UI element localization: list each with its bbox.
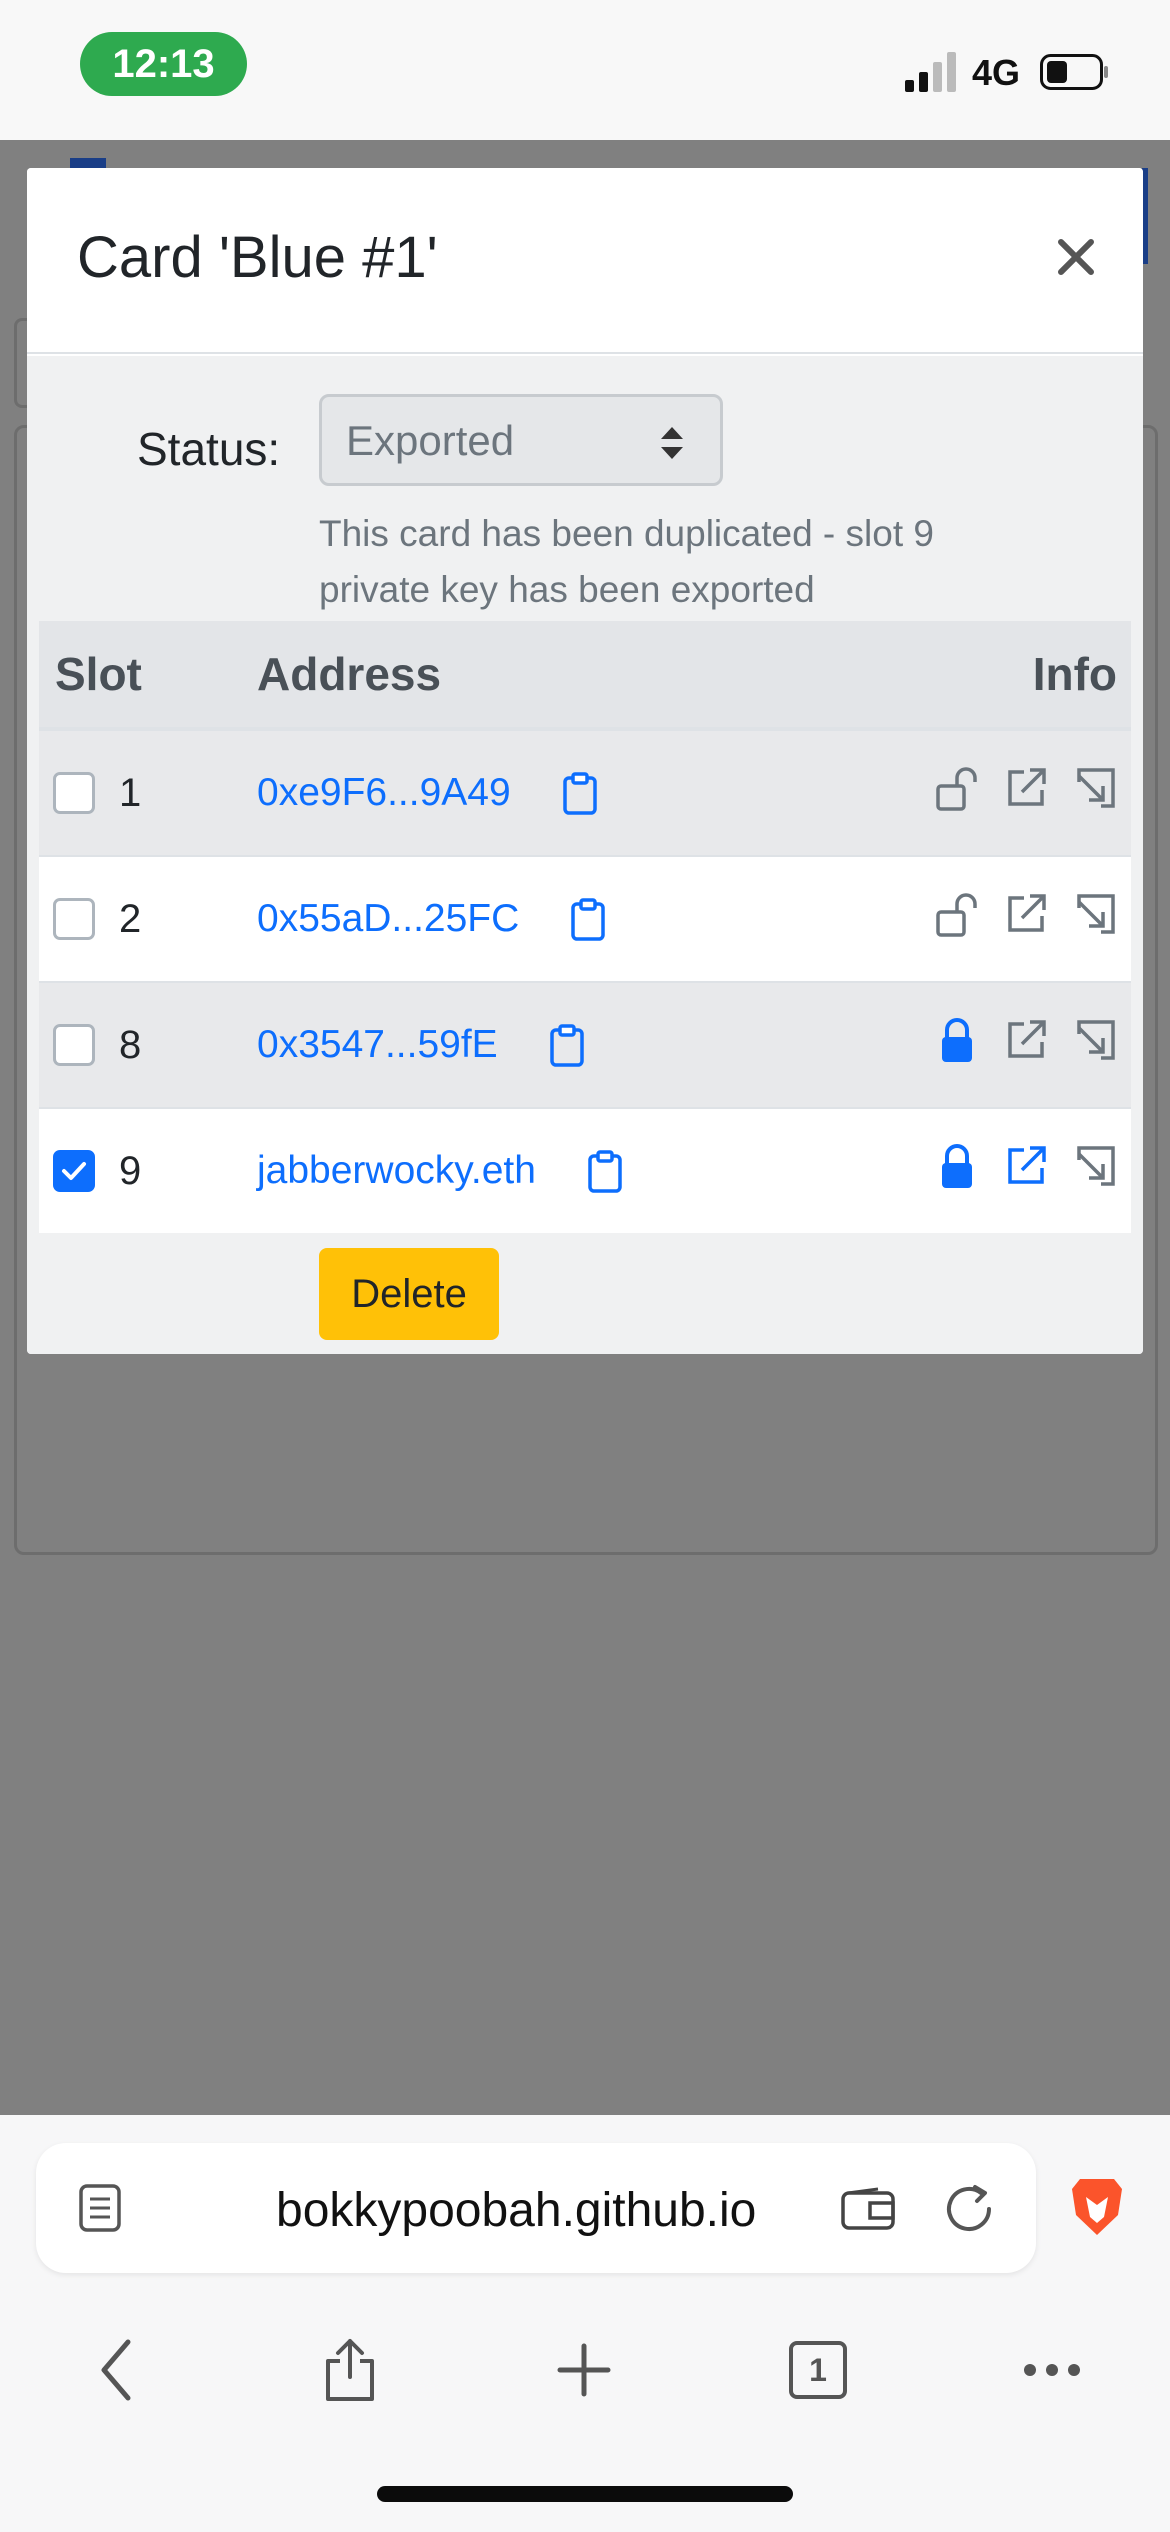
export-arrow-icon[interactable] (1073, 1144, 1117, 1198)
header-address: Address (257, 621, 813, 731)
clipboard-icon[interactable] (570, 898, 606, 942)
table-row: 8 0x3547...59fE (39, 982, 1131, 1109)
modal-header: Card 'Blue #1' (27, 168, 1143, 354)
external-link-icon[interactable] (1004, 892, 1048, 946)
checkmark-icon (62, 1162, 86, 1180)
status-time: 12:13 (80, 32, 247, 96)
lock-icon[interactable] (935, 1142, 979, 1200)
select-arrows-icon (661, 427, 683, 459)
slot-checkbox[interactable] (53, 772, 95, 814)
status-selected-value: Exported (346, 417, 515, 464)
network-type: 4G (972, 52, 1021, 93)
close-icon (1058, 239, 1094, 275)
signal-icon (905, 52, 956, 92)
close-button[interactable] (1045, 226, 1107, 288)
export-arrow-icon[interactable] (1073, 766, 1117, 820)
table-row: 2 0x55aD...25FC (39, 856, 1131, 983)
slots-table: Slot Address Info 1 0xe9F6...9A49 2 0x55… (39, 621, 1131, 1233)
tab-count: 1 (809, 2351, 827, 2388)
modal-body: Status: Exported This card has been dupl… (27, 356, 1143, 1354)
export-arrow-icon[interactable] (1073, 1018, 1117, 1072)
status-label: Status: (137, 423, 281, 475)
slot-checkbox[interactable] (53, 1024, 95, 1066)
address-link[interactable]: 0x55aD...25FC (257, 897, 519, 940)
tabs-button[interactable]: 1 (778, 2330, 858, 2410)
share-icon (326, 2339, 374, 2401)
slot-number: 8 (119, 1022, 142, 1067)
back-button[interactable] (76, 2330, 156, 2410)
slot-checkbox[interactable] (53, 898, 95, 940)
address-link[interactable]: jabberwocky.eth (257, 1149, 536, 1192)
table-row: 1 0xe9F6...9A49 (39, 729, 1131, 857)
status-select[interactable]: Exported (319, 394, 723, 486)
reader-mode-icon[interactable] (78, 2183, 122, 2233)
home-indicator (377, 2486, 793, 2502)
address-bar[interactable]: bokkypoobah.github.io (36, 2143, 1036, 2273)
status-help-text: This card has been duplicated - slot 9 p… (319, 513, 934, 610)
clipboard-icon[interactable] (549, 1024, 585, 1068)
slot-number: 1 (119, 770, 142, 815)
background-input-edge (14, 318, 28, 408)
url-text: bokkypoobah.github.io (276, 2184, 757, 2237)
header-slot: Slot (39, 621, 257, 731)
brave-lion-icon[interactable] (1068, 2175, 1126, 2239)
browser-toolbar: bokkypoobah.github.io 1 (0, 2115, 1170, 2532)
tab-count-icon: 1 (789, 2341, 847, 2399)
slot-number: 9 (119, 1148, 142, 1193)
reload-icon[interactable] (941, 2181, 997, 2237)
table-row: 9 jabberwocky.eth (39, 1108, 1131, 1233)
external-link-icon[interactable] (1004, 1018, 1048, 1072)
export-arrow-icon[interactable] (1073, 892, 1117, 946)
table-header-row: Slot Address Info (39, 621, 1131, 731)
clipboard-icon[interactable] (587, 1150, 623, 1194)
slot-number: 2 (119, 896, 142, 941)
background-logo-fragment (70, 158, 106, 168)
more-dots-icon (1024, 2364, 1080, 2376)
plus-icon (557, 2343, 611, 2397)
chevron-left-icon (101, 2339, 131, 2401)
external-link-icon[interactable] (1004, 1144, 1048, 1198)
status-row: Status: Exported This card has been dupl… (27, 356, 1143, 621)
lock-icon[interactable] (935, 1016, 979, 1074)
unlock-icon[interactable] (935, 764, 979, 822)
unlock-icon[interactable] (935, 890, 979, 948)
address-link[interactable]: 0x3547...59fE (257, 1023, 498, 1066)
battery-icon (1040, 54, 1108, 90)
clipboard-icon[interactable] (562, 772, 598, 816)
new-tab-button[interactable] (544, 2330, 624, 2410)
external-link-icon[interactable] (1004, 766, 1048, 820)
address-link[interactable]: 0xe9F6...9A49 (257, 771, 511, 814)
wallet-icon[interactable] (840, 2187, 896, 2231)
share-button[interactable] (310, 2330, 390, 2410)
header-info: Info (812, 621, 1131, 731)
more-button[interactable] (1012, 2330, 1092, 2410)
status-bar: 12:13 4G (0, 0, 1170, 140)
slot-checkbox-checked[interactable] (53, 1150, 95, 1192)
nav-row: 1 (0, 2330, 1170, 2430)
card-modal: Card 'Blue #1' Status: Exported This car… (27, 168, 1143, 1354)
modal-title: Card 'Blue #1' (77, 225, 438, 290)
delete-button[interactable]: Delete (319, 1248, 499, 1340)
